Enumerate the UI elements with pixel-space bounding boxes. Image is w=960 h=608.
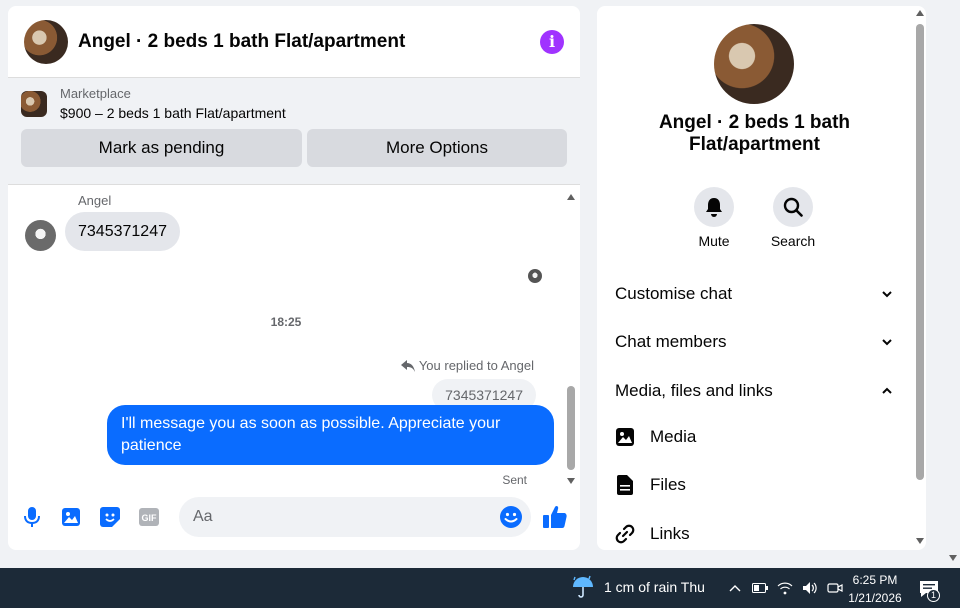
mute-label: Mute — [698, 233, 730, 249]
bell-icon[interactable] — [694, 187, 734, 227]
chat-header: Angel · 2 beds 1 bath Flat/apartment i — [8, 6, 580, 78]
microphone-icon[interactable] — [22, 507, 42, 527]
taskbar: 1 cm of rain Thu 6:25 PM 1/21/2026 1 — [0, 568, 960, 608]
photo-icon[interactable] — [61, 507, 81, 527]
files-label: Files — [650, 475, 686, 494]
seen-indicator-avatar — [528, 269, 542, 283]
scroll-down-arrow-icon[interactable] — [567, 478, 575, 484]
section-customise-chat[interactable]: Customise chat — [615, 280, 893, 308]
clock[interactable]: 6:25 PM 1/21/2026 — [842, 571, 908, 607]
section-label: Customise chat — [615, 284, 733, 303]
listing-title[interactable]: $900 – 2 beds 1 bath Flat/apartment — [60, 105, 286, 121]
camera-icon[interactable] — [827, 580, 843, 596]
emoji-icon[interactable] — [499, 505, 523, 529]
sender-avatar[interactable] — [25, 220, 56, 251]
composer: GIF — [8, 496, 580, 538]
chat-title[interactable]: Angel · 2 beds 1 bath Flat/apartment — [78, 31, 540, 53]
chevron-down-icon — [882, 339, 892, 346]
mark-as-pending-button[interactable]: Mark as pending — [21, 129, 302, 167]
sticker-icon[interactable] — [100, 507, 120, 527]
page-scroll-down-arrow-icon[interactable] — [949, 555, 957, 561]
files-item[interactable]: Files — [615, 475, 686, 495]
info-title: Angel · 2 beds 1 bath Flat/apartment — [658, 112, 851, 155]
clock-time: 6:25 PM — [852, 573, 898, 587]
links-label: Links — [650, 524, 690, 543]
marketplace-banner: Marketplace $900 – 2 beds 1 bath Flat/ap… — [8, 78, 580, 185]
wifi-icon[interactable] — [777, 580, 793, 596]
battery-icon[interactable] — [752, 580, 768, 596]
sender-name: Angel — [78, 193, 112, 208]
message-input-container — [179, 497, 531, 537]
listing-thumbnail[interactable] — [21, 90, 47, 117]
notification-center[interactable]: 1 — [918, 578, 940, 602]
notification-count-badge: 1 — [927, 589, 940, 602]
conversation-info-panel: Angel · 2 beds 1 bath Flat/apartment Mut… — [597, 6, 926, 550]
link-icon — [615, 524, 635, 544]
media-item[interactable]: Media — [615, 427, 696, 447]
section-chat-members[interactable]: Chat members — [615, 328, 893, 356]
info-contact-avatar[interactable] — [714, 24, 794, 104]
system-tray — [727, 580, 843, 596]
search-icon[interactable] — [773, 187, 813, 227]
scrollbar-thumb[interactable] — [916, 24, 924, 480]
scroll-up-arrow-icon[interactable] — [916, 10, 924, 16]
chevron-down-icon — [882, 291, 892, 298]
info-icon[interactable]: i — [540, 29, 564, 54]
section-label: Media, files and links — [615, 381, 773, 400]
chat-panel: Angel · 2 beds 1 bath Flat/apartment i M… — [8, 6, 580, 550]
info-scrollbar[interactable] — [914, 10, 926, 546]
weather-widget[interactable]: 1 cm of rain Thu — [570, 574, 705, 600]
reply-note: You replied to Angel — [400, 358, 534, 373]
reply-note-text: You replied to Angel — [418, 358, 534, 373]
scroll-up-arrow-icon[interactable] — [567, 194, 575, 200]
gif-icon[interactable]: GIF — [139, 507, 159, 527]
mute-action[interactable]: Mute — [674, 187, 754, 249]
clock-date: 1/21/2026 — [848, 591, 902, 605]
message-list: Angel 7345371247 18:25 You replied to An… — [8, 186, 564, 491]
volume-icon[interactable] — [802, 580, 818, 596]
contact-avatar[interactable] — [24, 19, 68, 64]
sent-status: Sent — [502, 473, 527, 487]
outgoing-message[interactable]: I'll message you as soon as possible. Ap… — [107, 405, 554, 465]
svg-text:GIF: GIF — [142, 513, 158, 523]
message-timestamp: 18:25 — [270, 315, 302, 329]
section-label: Chat members — [615, 332, 727, 351]
reply-icon — [400, 359, 415, 372]
media-label: Media — [650, 427, 697, 446]
incoming-message[interactable]: 7345371247 — [65, 212, 180, 251]
file-icon — [615, 475, 635, 495]
more-options-button[interactable]: More Options — [307, 129, 567, 167]
links-item[interactable]: Links — [615, 524, 690, 544]
chevron-up-icon — [882, 387, 892, 394]
umbrella-rain-icon — [573, 575, 593, 598]
image-icon — [615, 427, 635, 447]
message-scrollbar[interactable] — [564, 188, 578, 488]
chevron-up-icon[interactable] — [727, 580, 743, 596]
section-media-files-links[interactable]: Media, files and links — [615, 377, 893, 405]
message-input[interactable] — [193, 508, 493, 526]
search-action[interactable]: Search — [753, 187, 833, 249]
scroll-down-arrow-icon[interactable] — [916, 538, 924, 544]
scrollbar-thumb[interactable] — [567, 386, 575, 470]
weather-text: 1 cm of rain Thu — [604, 579, 705, 595]
thumbs-up-icon[interactable] — [542, 504, 568, 530]
search-label: Search — [770, 233, 816, 249]
marketplace-label: Marketplace — [60, 86, 131, 101]
